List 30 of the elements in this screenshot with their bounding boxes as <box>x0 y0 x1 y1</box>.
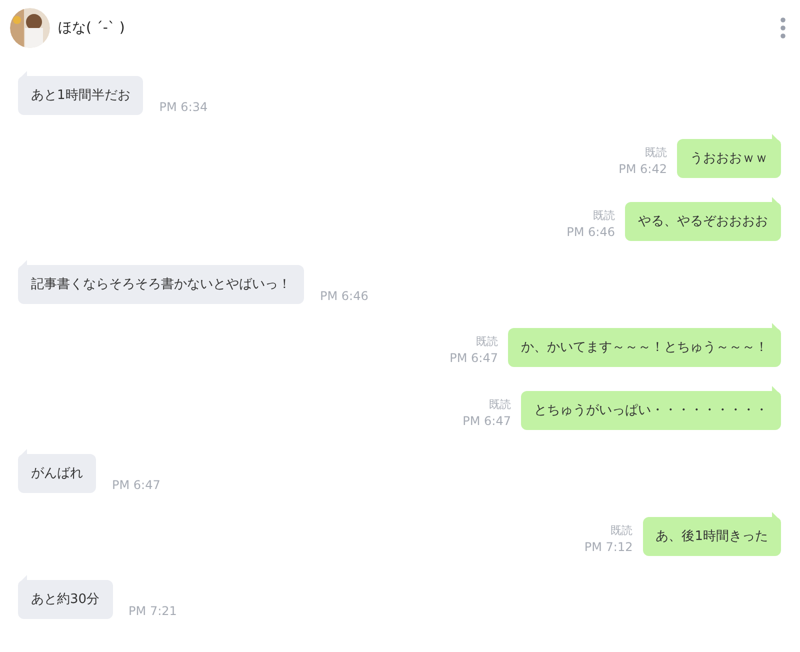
bubble-tail <box>772 134 781 143</box>
message-bubble: か、かいてます～～～！とちゅう～～～！ <box>508 328 781 367</box>
read-receipt: 既読 <box>476 334 498 350</box>
message-bubble: うおおおｗｗ <box>677 139 781 178</box>
bubble-tail <box>772 197 781 206</box>
message-bubble: やる、やるぞおおおお <box>625 202 781 241</box>
message-time: PM 6:47 <box>450 350 498 366</box>
bubble-tail <box>772 512 781 521</box>
message-time: PM 7:21 <box>128 603 177 619</box>
message-bubble: とちゅうがいっぱい・・・・・・・・・ <box>521 391 781 430</box>
more-options-icon[interactable] <box>780 17 786 39</box>
message-time: PM 6:46 <box>566 224 615 240</box>
message-bubble: 記事書くならそろそろ書かないとやばいっ！ <box>18 265 304 304</box>
message-time: PM 6:46 <box>320 288 368 304</box>
message-time: PM 6:47 <box>462 413 511 429</box>
read-receipt: 既読 <box>645 145 667 161</box>
message-bubble: あ、後1時間きった <box>642 517 781 556</box>
message-time: PM 6:47 <box>112 477 160 493</box>
message-time: PM 7:12 <box>584 539 633 555</box>
message-bubble: あと1時間半だお <box>18 76 144 115</box>
message-bubble: がんばれ <box>18 454 96 493</box>
message-time: PM 6:34 <box>159 99 208 115</box>
read-receipt: 既読 <box>489 397 511 413</box>
message-time: PM 6:42 <box>618 161 667 177</box>
read-receipt: 既読 <box>610 523 633 539</box>
bubble-tail <box>772 323 781 332</box>
contact-name: ほな( ˊ-ˋ ) <box>58 19 125 37</box>
bubble-tail <box>772 386 781 395</box>
read-receipt: 既読 <box>593 208 615 224</box>
message-bubble: あと約30分 <box>18 580 113 619</box>
